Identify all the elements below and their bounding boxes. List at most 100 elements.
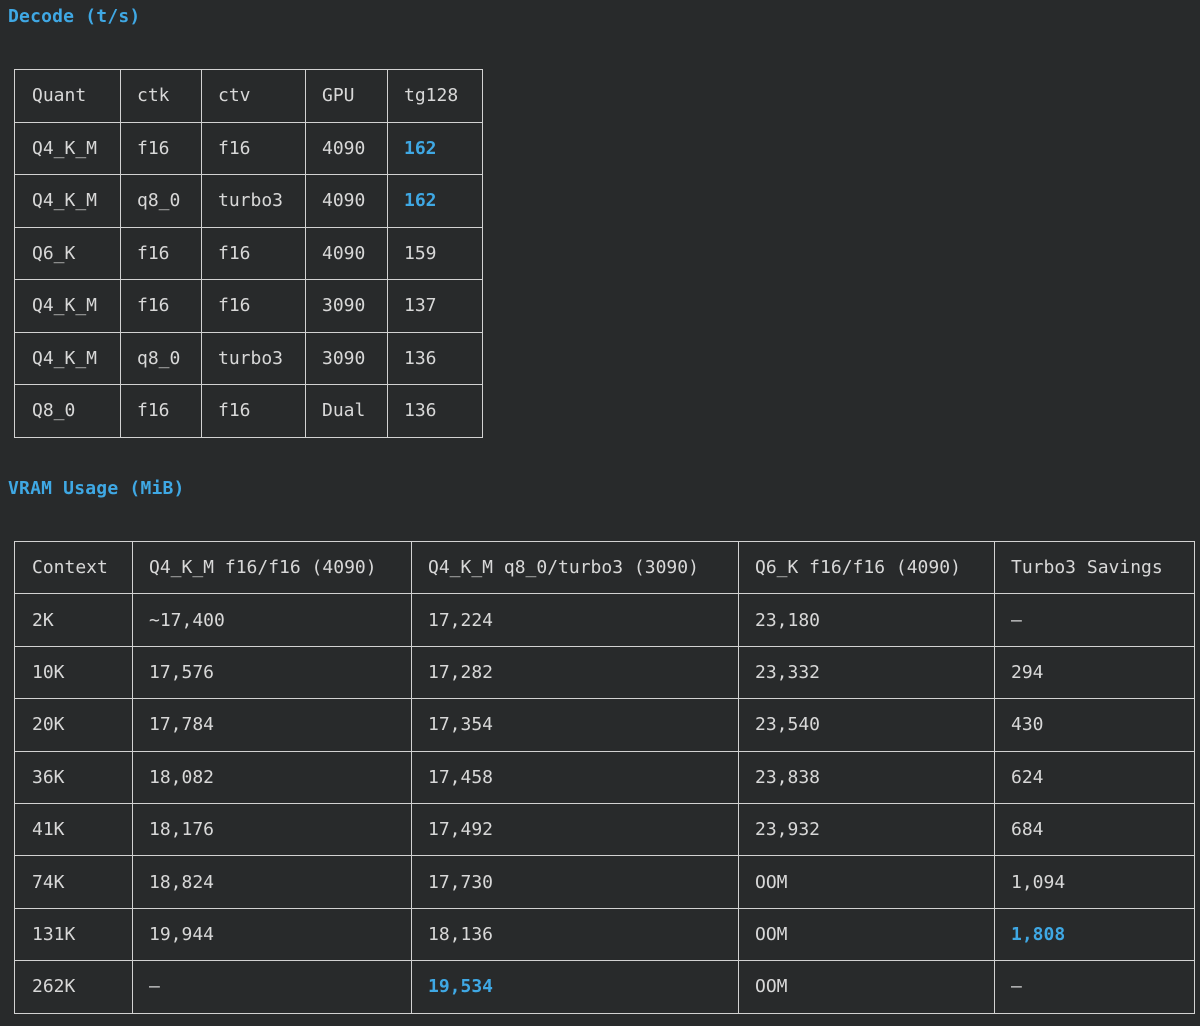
decode-table-cell: f16: [201, 226, 306, 280]
vram-table-cell: 23,332: [738, 645, 995, 700]
decode-table-cell: Q4_K_M: [14, 174, 121, 228]
vram-table-cell: OOM: [738, 855, 995, 909]
vram-table-cell: 17,282: [411, 645, 739, 700]
vram-table-cell: 20K: [14, 698, 133, 752]
decode-column-header: Quant: [14, 69, 121, 123]
decode-table-cell: Q6_K: [14, 226, 121, 280]
decode-table-cell: q8_0: [120, 331, 202, 385]
decode-section-title: Decode (t/s): [8, 6, 141, 27]
vram-table-row: 41K 18,176 17,492 23,932 684: [14, 802, 1195, 857]
vram-table-cell: 23,932: [738, 802, 995, 857]
decode-table-cell: f16: [201, 279, 306, 333]
decode-table-row: Q6_K f16 f16 4090 159: [14, 226, 483, 280]
vram-table-cell: 17,458: [411, 750, 739, 804]
vram-table-cell: 2K: [14, 593, 133, 647]
decode-table-cell: turbo3: [201, 331, 306, 385]
vram-header-row: Context Q4_K_M f16/f16 (4090) Q4_K_M q8_0/…: [14, 540, 1195, 595]
vram-table-cell: 18,136: [411, 907, 739, 962]
vram-table-cell: 36K: [14, 750, 133, 804]
decode-table-cell: f16: [120, 279, 202, 333]
vram-table-cell: —: [994, 960, 1195, 1014]
vram-table-cell: 17,730: [411, 855, 739, 909]
vram-table-cell: —: [132, 960, 412, 1014]
vram-table-cell: 19,534: [411, 960, 739, 1014]
vram-column-header: Q4_K_M f16/f16 (4090): [132, 540, 412, 595]
decode-table-cell: Q4_K_M: [14, 121, 121, 175]
vram-table-cell: 131K: [14, 907, 133, 962]
vram-table-cell: 294: [994, 645, 1195, 700]
decode-table-cell: f16: [120, 226, 202, 280]
decode-table-cell: 137: [387, 279, 483, 333]
vram-table-cell: 17,492: [411, 802, 739, 857]
decode-column-header: ctv: [201, 69, 306, 123]
vram-table-cell: 262K: [14, 960, 133, 1014]
decode-table-cell: 3090: [305, 331, 388, 385]
decode-table-cell: Dual: [305, 384, 388, 438]
decode-table-cell: q8_0: [120, 174, 202, 228]
decode-table-row: Q4_K_M q8_0 turbo3 3090 136: [14, 331, 483, 385]
decode-column-header: tg128: [387, 69, 483, 123]
vram-table-row: 74K 18,824 17,730 OOM 1,094: [14, 855, 1195, 909]
decode-table-row: Q4_K_M f16 f16 3090 137: [14, 279, 483, 333]
decode-table-cell: 136: [387, 331, 483, 385]
decode-table-cell: f16: [120, 121, 202, 175]
decode-header-row: Quant ctk ctv GPU tg128: [14, 69, 483, 123]
vram-table-cell: 17,224: [411, 593, 739, 647]
decode-table-row: Q4_K_M q8_0 turbo3 4090 162: [14, 174, 483, 228]
vram-table-cell: 17,784: [132, 698, 412, 752]
vram-table-cell: OOM: [738, 960, 995, 1014]
vram-table-cell: 18,824: [132, 855, 412, 909]
vram-table-cell: 18,176: [132, 802, 412, 857]
vram-table-row: 262K —19,534 OOM —: [14, 960, 1195, 1014]
vram-table-cell: 23,180: [738, 593, 995, 647]
decode-column-header: ctk: [120, 69, 202, 123]
decode-table-cell: Q8_0: [14, 384, 121, 438]
decode-table-row: Q8_0 f16 f16 Dual 136: [14, 384, 483, 438]
decode-table-cell: Q4_K_M: [14, 279, 121, 333]
vram-table-cell: 17,354: [411, 698, 739, 752]
decode-table-cell: turbo3: [201, 174, 306, 228]
decode-table-cell: 136: [387, 384, 483, 438]
vram-column-header: Q4_K_M q8_0/turbo3 (3090): [411, 540, 739, 595]
decode-column-header: GPU: [305, 69, 388, 123]
vram-table-cell: 41K: [14, 802, 133, 857]
vram-column-header: Q6_K f16/f16 (4090): [738, 540, 995, 595]
vram-table-row: 36K 18,082 17,458 23,838 624: [14, 750, 1195, 804]
vram-table-cell: 10K: [14, 645, 133, 700]
vram-table-cell: ~17,400: [132, 593, 412, 647]
decode-table-cell: 4090: [305, 174, 388, 228]
vram-table-cell: 1,094: [994, 855, 1195, 909]
decode-table-cell: f16: [201, 121, 306, 175]
vram-section-title: VRAM Usage (MiB): [8, 478, 185, 499]
vram-table-row: 20K 17,784 17,354 23,540 430: [14, 698, 1195, 752]
vram-table-cell: 624: [994, 750, 1195, 804]
decode-table-cell: Q4_K_M: [14, 331, 121, 385]
decode-table-cell: 4090: [305, 121, 388, 175]
decode-table-cell: f16: [120, 384, 202, 438]
vram-table-cell: 430: [994, 698, 1195, 752]
vram-table-row: 10K 17,576 17,282 23,332 294: [14, 645, 1195, 700]
decode-table-cell: 162: [387, 121, 483, 175]
decode-table-cell: 4090: [305, 226, 388, 280]
vram-table-cell: 684: [994, 802, 1195, 857]
decode-table: Quant ctk ctv GPU tg128 Q4_K_M f16 f16 4090 162 Q4…: [14, 69, 483, 438]
vram-column-header: Turbo3 Savings: [994, 540, 1195, 595]
vram-table-row: 131K 19,944 18,136 OOM 1,808: [14, 907, 1195, 962]
vram-table-cell: —: [994, 593, 1195, 647]
decode-table-cell: 159: [387, 226, 483, 280]
vram-table-row: 2K ~17,400 17,224 23,180—: [14, 593, 1195, 647]
decode-table-cell: f16: [201, 384, 306, 438]
vram-table-cell: 17,576: [132, 645, 412, 700]
decode-table-cell: 162: [387, 174, 483, 228]
vram-table-cell: 19,944: [132, 907, 412, 962]
vram-table-cell: 23,540: [738, 698, 995, 752]
vram-column-header: Context: [14, 540, 133, 595]
vram-usage-table: Context Q4_K_M f16/f16 (4090) Q4_K_M q8_0/…: [14, 540, 1195, 1014]
decode-table-row: Q4_K_M f16 f16 4090 162: [14, 121, 483, 175]
vram-table-cell: 74K: [14, 855, 133, 909]
decode-table-cell: 3090: [305, 279, 388, 333]
vram-table-cell: 18,082: [132, 750, 412, 804]
vram-table-cell: 1,808: [994, 907, 1195, 962]
vram-table-cell: 23,838: [738, 750, 995, 804]
vram-table-cell: OOM: [738, 907, 995, 962]
